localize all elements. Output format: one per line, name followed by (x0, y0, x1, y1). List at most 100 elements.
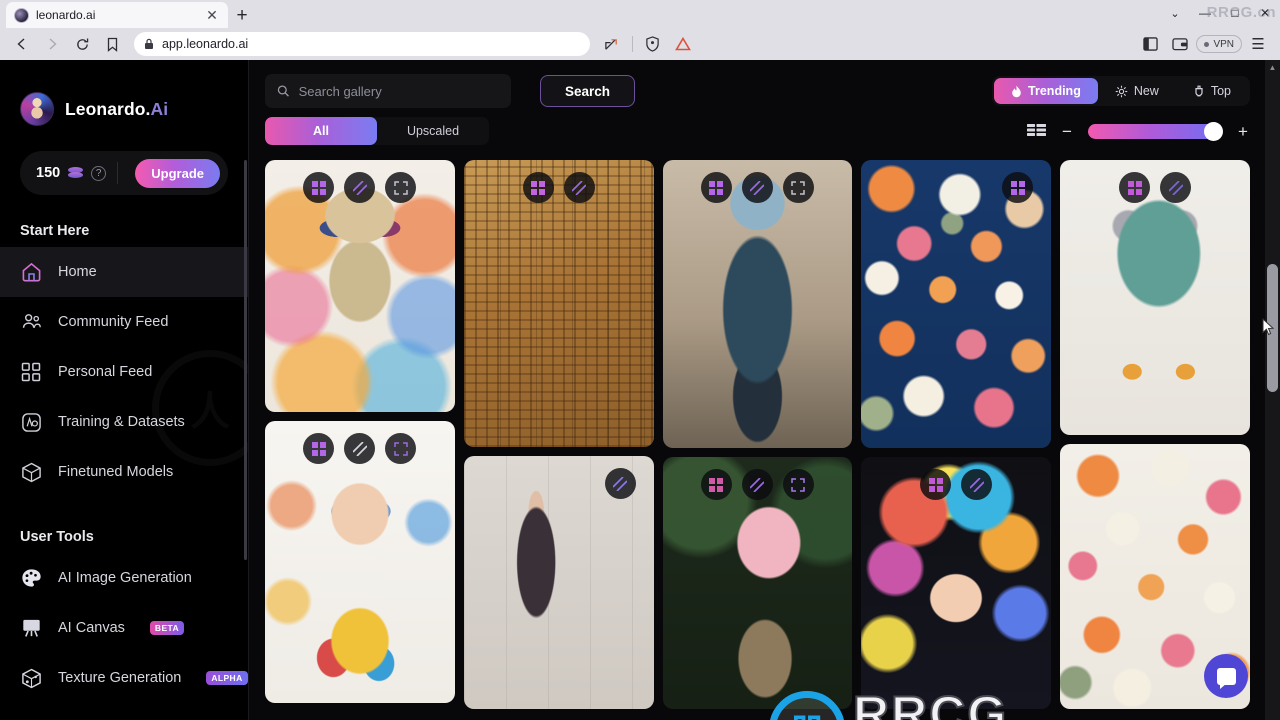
card-action-bar (861, 172, 1051, 203)
share-icon[interactable] (598, 31, 626, 57)
grid-squares-icon (20, 361, 42, 383)
zoom-out-button[interactable]: − (1060, 123, 1074, 140)
brave-shield-icon[interactable] (639, 31, 667, 57)
gallery-card[interactable] (463, 160, 654, 447)
expand-icon[interactable] (385, 172, 417, 203)
intercom-chat-button[interactable] (1204, 654, 1248, 698)
coin-stack-icon (68, 166, 84, 180)
lines-icon[interactable] (563, 172, 595, 203)
gallery-card[interactable] (265, 421, 455, 703)
lines-icon[interactable] (344, 172, 376, 203)
trophy-icon (1195, 85, 1203, 96)
leonardo-avatar-logo (20, 92, 54, 126)
lines-icon[interactable] (741, 172, 773, 203)
gallery-card[interactable] (265, 160, 455, 412)
image-gallery[interactable] (249, 160, 1266, 720)
grid-density-icon[interactable] (1027, 123, 1046, 139)
lines-icon[interactable] (741, 469, 773, 500)
tab-title: leonardo.ai (36, 8, 96, 22)
expand-icon[interactable] (782, 469, 814, 500)
sidebar-item-label: Texture Generation (58, 670, 182, 686)
grid-icon[interactable] (303, 433, 335, 464)
filter-tab-upscaled[interactable]: Upscaled (377, 117, 489, 145)
main-content: Search Trending New Top (249, 60, 1266, 720)
vpn-button[interactable]: VPN (1196, 35, 1242, 53)
artwork-image (463, 160, 654, 447)
card-action-bar (265, 172, 455, 203)
gallery-card[interactable] (1060, 160, 1250, 435)
upgrade-button[interactable]: Upgrade (135, 158, 220, 188)
app-viewport: Leonardo.Ai 150 ? Upgrade Start Here Hom… (0, 60, 1280, 720)
gallery-card[interactable] (861, 457, 1052, 709)
zoom-slider[interactable] (1088, 121, 1223, 141)
grid-icon[interactable] (700, 469, 732, 500)
gallery-card[interactable] (662, 160, 853, 448)
search-input[interactable] (298, 83, 499, 99)
badge-beta: BETA (149, 621, 185, 635)
brand-name: Leonardo.Ai (65, 99, 168, 120)
zoom-slider-knob[interactable] (1204, 121, 1223, 141)
window-close-button[interactable]: ✕ (1250, 0, 1280, 26)
sidebar-item-finetuned-models[interactable]: Finetuned Models (0, 447, 248, 497)
lines-icon[interactable] (1160, 172, 1192, 203)
expand-icon[interactable] (782, 172, 814, 203)
lines-icon[interactable] (604, 468, 636, 499)
grid-icon[interactable] (522, 172, 554, 203)
gallery-card[interactable] (861, 160, 1052, 448)
back-icon[interactable] (8, 31, 36, 57)
sidebar-item-personal-feed[interactable]: Personal Feed (0, 347, 248, 397)
expand-icon[interactable] (385, 433, 417, 464)
sidebar-item-ai-image-generation[interactable]: AI Image Generation (0, 553, 248, 603)
sidebar-item-community-feed[interactable]: Community Feed (0, 297, 248, 347)
gallery-card[interactable] (662, 457, 853, 709)
sidebar-item-texture-generation[interactable]: Texture Generation ALPHA (0, 653, 248, 703)
sidebar-item-ai-canvas[interactable]: AI Canvas BETA (0, 603, 248, 653)
window-minimize-button[interactable]: — (1190, 0, 1220, 26)
sort-tab-top[interactable]: Top (1176, 78, 1248, 104)
zoom-controls: − + (1027, 121, 1250, 141)
toolbar-row-filters: All Upscaled − + (265, 117, 1250, 145)
lines-icon[interactable] (344, 433, 376, 464)
grid-icon[interactable] (920, 469, 952, 500)
grid-icon[interactable] (700, 172, 732, 203)
card-action-bar (265, 433, 455, 464)
chat-bubble-icon (1216, 667, 1236, 689)
lines-icon[interactable] (961, 469, 993, 500)
window-maximize-button[interactable]: □ (1220, 0, 1250, 26)
gallery-toolbar: Search Trending New Top (249, 60, 1266, 145)
sidebar-item-home[interactable]: Home (0, 247, 248, 297)
search-button[interactable]: Search (540, 75, 635, 107)
training-icon (20, 411, 42, 433)
forward-icon[interactable] (38, 31, 66, 57)
tab-close-icon[interactable]: ✕ (204, 7, 220, 23)
new-tab-button[interactable]: + (228, 2, 256, 28)
filter-tab-all[interactable]: All (265, 117, 377, 145)
sidebar-item-training-datasets[interactable]: Training & Datasets (0, 397, 248, 447)
grid-icon[interactable] (303, 172, 335, 203)
search-field-wrapper[interactable] (265, 74, 511, 108)
page-scrollbar[interactable]: ▲ (1265, 60, 1280, 720)
sidebar-scrollbar[interactable] (244, 160, 247, 560)
sort-tab-new[interactable]: New (1098, 78, 1176, 104)
help-icon[interactable]: ? (91, 165, 107, 181)
grid-icon[interactable] (1002, 172, 1034, 203)
gallery-card[interactable] (463, 456, 654, 709)
brand-logo-row[interactable]: Leonardo.Ai (0, 92, 248, 126)
browser-menu-icon[interactable]: ☰ (1244, 31, 1272, 57)
reload-icon[interactable] (68, 31, 96, 57)
nav-section-user-tools-title: User Tools (20, 529, 94, 545)
tab-favicon-icon (14, 7, 29, 23)
tab-search-chevron-icon[interactable]: ⌄ (1160, 0, 1190, 26)
scroll-up-arrow-icon[interactable]: ▲ (1265, 60, 1280, 74)
sort-tab-label: Top (1210, 84, 1231, 98)
brave-leo-icon[interactable] (669, 31, 697, 57)
grid-icon[interactable] (1119, 172, 1151, 203)
search-icon (277, 85, 289, 97)
zoom-in-button[interactable]: + (1236, 123, 1250, 140)
bookmark-icon[interactable] (98, 31, 126, 57)
address-bar[interactable]: app.leonardo.ai (134, 32, 590, 56)
sidebar-toggle-icon[interactable] (1136, 31, 1164, 57)
browser-tab[interactable]: leonardo.ai ✕ (6, 2, 228, 28)
sort-tab-trending[interactable]: Trending (994, 78, 1098, 104)
wallet-icon[interactable] (1166, 31, 1194, 57)
